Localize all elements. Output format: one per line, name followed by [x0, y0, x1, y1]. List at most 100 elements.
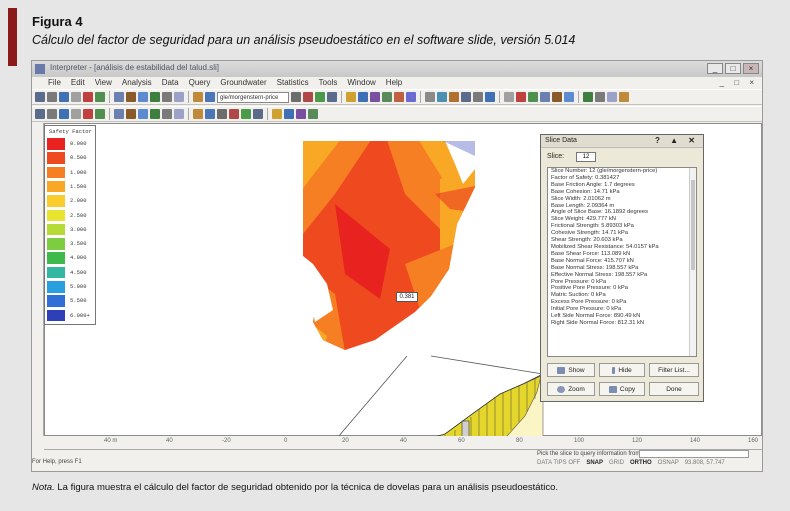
- toolbar-tool-icon[interactable]: [205, 109, 215, 119]
- toolbar-tool-icon[interactable]: [437, 92, 447, 102]
- toolbar-tool-icon[interactable]: [193, 109, 203, 119]
- toolbar-tool-icon[interactable]: [150, 92, 160, 102]
- selected-slice[interactable]: [461, 420, 470, 461]
- toolbar-tool-icon[interactable]: [516, 92, 526, 102]
- toolbar-tool-icon[interactable]: [150, 109, 160, 119]
- toolbar-tool-icon[interactable]: [284, 109, 294, 119]
- toolbar-tool-icon[interactable]: [229, 109, 239, 119]
- toolbar-tool-icon[interactable]: [272, 109, 282, 119]
- slice-panel-controls[interactable]: ? ▲ ✕: [655, 136, 699, 145]
- copy-button[interactable]: Copy: [599, 382, 645, 396]
- toolbar-tool-icon[interactable]: [406, 92, 416, 102]
- status-indicator[interactable]: ORTHO: [630, 460, 652, 466]
- hide-icon: [612, 366, 616, 374]
- toolbar-tool-icon[interactable]: [47, 92, 57, 102]
- ruler-tick-label: 0: [284, 438, 288, 444]
- toolbar-tool-icon[interactable]: [461, 92, 471, 102]
- toolbar-tool-icon[interactable]: [114, 109, 124, 119]
- minimize-button[interactable]: _: [707, 63, 723, 74]
- toolbar-tool-icon[interactable]: [528, 92, 538, 102]
- menu-item-statistics[interactable]: Statistics: [277, 77, 309, 89]
- maximize-button[interactable]: □: [725, 63, 741, 74]
- hide-button[interactable]: Hide: [599, 363, 645, 377]
- menu-item-file[interactable]: File: [48, 77, 61, 89]
- toolbar-tool-icon[interactable]: [83, 92, 93, 102]
- status-indicator[interactable]: GRID: [609, 460, 624, 466]
- done-button[interactable]: Done: [649, 382, 699, 396]
- toolbar-tool-icon[interactable]: [193, 92, 203, 102]
- menu-item-tools[interactable]: Tools: [319, 77, 338, 89]
- toolbar-tool-icon[interactable]: [241, 109, 251, 119]
- toolbar-tool-icon[interactable]: [35, 92, 45, 102]
- show-button[interactable]: Show: [547, 363, 595, 377]
- toolbar-tool-icon[interactable]: [619, 92, 629, 102]
- toolbar-tool-icon[interactable]: [71, 109, 81, 119]
- toolbar-tool-icon[interactable]: [296, 109, 306, 119]
- window-controls: _ □ ×: [707, 63, 759, 74]
- toolbar-tool-icon[interactable]: [114, 92, 124, 102]
- menu-item-groundwater[interactable]: Groundwater: [220, 77, 266, 89]
- toolbar-tool-icon[interactable]: [564, 92, 574, 102]
- toolbar-tool-icon[interactable]: [552, 92, 562, 102]
- toolbar-tool-icon[interactable]: [473, 92, 483, 102]
- filter-list-button[interactable]: Filter List...: [649, 363, 699, 377]
- toolbar-tool-icon[interactable]: [315, 92, 325, 102]
- toolbar-tool-icon[interactable]: [95, 92, 105, 102]
- slice-data-list[interactable]: Slice Number: 12 (gle/morgenstern-price)…: [547, 167, 697, 357]
- toolbar-tool-icon[interactable]: [504, 92, 514, 102]
- slice-number-stepper[interactable]: 12: [576, 152, 596, 162]
- toolbar-tool-icon[interactable]: [382, 92, 392, 102]
- toolbar-tool-icon[interactable]: [59, 109, 69, 119]
- menu-item-data[interactable]: Data: [162, 77, 179, 89]
- toolbar-tool-icon[interactable]: [291, 92, 301, 102]
- toolbar-tool-icon[interactable]: [217, 109, 227, 119]
- toolbar-tool-icon[interactable]: [35, 109, 45, 119]
- analysis-method-select[interactable]: gle/morgenstern-price: [217, 91, 289, 103]
- toolbar-tool-icon[interactable]: [358, 92, 368, 102]
- toolbar-tool-icon[interactable]: [394, 92, 404, 102]
- status-indicator[interactable]: OSNAP: [658, 460, 679, 466]
- zoom-button[interactable]: Zoom: [547, 382, 595, 396]
- menu-item-analysis[interactable]: Analysis: [122, 77, 152, 89]
- toolbar-tool-icon[interactable]: [583, 92, 593, 102]
- toolbar-tool-icon[interactable]: [162, 92, 172, 102]
- toolbar-tool-icon[interactable]: [71, 92, 81, 102]
- slice-list-scrollbar[interactable]: [689, 168, 696, 356]
- toolbar-tool-icon[interactable]: [126, 109, 136, 119]
- slice-data-line: Initial Pore Pressure: 0 kPa: [551, 306, 622, 313]
- toolbar-tool-icon[interactable]: [303, 92, 313, 102]
- close-button[interactable]: ×: [743, 63, 759, 74]
- toolbar-tool-icon[interactable]: [425, 92, 435, 102]
- toolbar-tool-icon[interactable]: [308, 109, 318, 119]
- scrollbar-thumb[interactable]: [691, 180, 695, 270]
- toolbar-tool-icon[interactable]: [138, 92, 148, 102]
- toolbar-tool-icon[interactable]: [205, 92, 215, 102]
- toolbar-tool-icon[interactable]: [126, 92, 136, 102]
- toolbar-tool-icon[interactable]: [327, 92, 337, 102]
- toolbar-tool-icon[interactable]: [174, 109, 184, 119]
- status-input-field[interactable]: [639, 450, 749, 458]
- toolbar-tool-icon[interactable]: [370, 92, 380, 102]
- toolbar-tool-icon[interactable]: [253, 109, 263, 119]
- toolbar-tool-icon[interactable]: [449, 92, 459, 102]
- toolbar-tool-icon[interactable]: [485, 92, 495, 102]
- menu-item-view[interactable]: View: [95, 77, 112, 89]
- toolbar-tool-icon[interactable]: [138, 109, 148, 119]
- toolbar-tool-icon[interactable]: [174, 92, 184, 102]
- toolbar-tool-icon[interactable]: [47, 109, 57, 119]
- toolbar-tool-icon[interactable]: [346, 92, 356, 102]
- toolbar-tool-icon[interactable]: [540, 92, 550, 102]
- toolbar-tool-icon[interactable]: [595, 92, 605, 102]
- toolbar-tool-icon[interactable]: [607, 92, 617, 102]
- toolbar-tool-icon[interactable]: [162, 109, 172, 119]
- toolbar-tool-icon[interactable]: [95, 109, 105, 119]
- menu-item-help[interactable]: Help: [386, 77, 402, 89]
- mdi-controls[interactable]: _ □ ×: [720, 78, 758, 87]
- menu-item-query[interactable]: Query: [189, 77, 211, 89]
- menu-item-window[interactable]: Window: [347, 77, 375, 89]
- toolbar-tool-icon[interactable]: [83, 109, 93, 119]
- menu-item-edit[interactable]: Edit: [71, 77, 85, 89]
- toolbar-tool-icon[interactable]: [59, 92, 69, 102]
- status-indicator[interactable]: SNAP: [586, 460, 603, 466]
- status-indicator[interactable]: DATA TIPS OFF: [537, 460, 580, 466]
